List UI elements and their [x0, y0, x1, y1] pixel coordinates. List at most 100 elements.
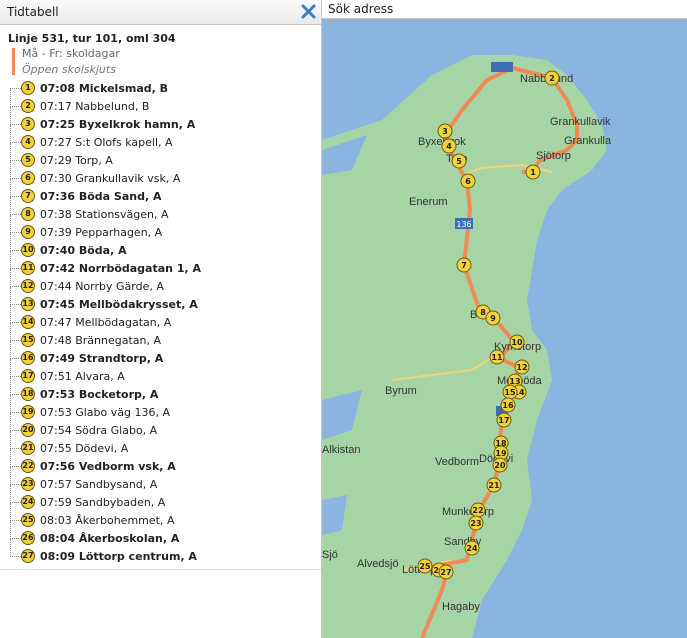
stop-number-badge: 1: [21, 81, 35, 95]
place-label: Sjötorp: [536, 150, 571, 162]
stop-marker[interactable]: 22: [470, 502, 486, 518]
stop-label: 07:39 Pepparhagen, A: [40, 226, 163, 239]
stop-marker-number: 6: [465, 177, 471, 186]
stop-row[interactable]: 27 08:09 Löttorp centrum, A: [0, 539, 320, 566]
stop-marker-number: 22: [472, 506, 483, 515]
stop-row[interactable]: 9 07:39 Pepparhagen, A: [0, 215, 320, 242]
stop-marker[interactable]: 2: [544, 70, 560, 86]
stop-marker[interactable]: 15: [502, 384, 518, 400]
stop-marker[interactable]: 4: [441, 138, 457, 154]
stop-marker[interactable]: 16: [500, 397, 516, 413]
stop-number-badge: 17: [21, 369, 35, 383]
tree-line: [10, 503, 11, 521]
stop-number-badge: 5: [21, 153, 35, 167]
stop-marker[interactable]: 20: [492, 457, 508, 473]
stop-row[interactable]: 16 07:49 Strandtorp, A: [0, 341, 320, 368]
stop-marker[interactable]: 12: [514, 359, 530, 375]
stop-label: 08:03 Åkerbohemmet, A: [40, 514, 175, 527]
stop-label: 07:56 Vedborm vsk, A: [40, 460, 176, 473]
map[interactable]: 136 Nabbelund Grankullavik Grankulla Sjö…: [322, 0, 687, 638]
stop-label: 08:09 Löttorp centrum, A: [40, 550, 197, 563]
map-panel[interactable]: 136 Nabbelund Grankullavik Grankulla Sjö…: [322, 0, 687, 638]
stop-row[interactable]: 4 07:27 S:t Olofs kapell, A: [0, 125, 320, 152]
tree-line: [10, 125, 11, 143]
stop-row[interactable]: 17 07:51 Alvara, A: [0, 359, 320, 386]
stop-row[interactable]: 8 07:38 Stationsvägen, A: [0, 197, 320, 224]
stop-label: 07:36 Böda Sand, A: [40, 190, 162, 203]
stop-marker-number: 17: [498, 416, 509, 425]
stop-row[interactable]: 18 07:53 Bocketorp, A: [0, 377, 320, 404]
stop-row[interactable]: 10 07:40 Böda, A: [0, 233, 320, 260]
stop-row[interactable]: 24 07:59 Sandbybaden, A: [0, 485, 320, 512]
stop-label: 07:45 Mellbödakrysset, A: [40, 298, 198, 311]
stop-row[interactable]: 23 07:57 Sandbysand, A: [0, 467, 320, 494]
close-icon[interactable]: [300, 3, 317, 20]
stop-row[interactable]: 25 08:03 Åkerbohemmet, A: [0, 503, 320, 530]
tree-line: [10, 251, 11, 269]
tree-line: [10, 359, 11, 377]
stop-marker-number: 21: [488, 481, 500, 490]
stop-row[interactable]: 6 07:30 Grankullavik vsk, A: [0, 161, 320, 188]
stop-marker-number: 16: [502, 401, 514, 410]
stop-marker[interactable]: 25: [417, 558, 433, 574]
stop-row[interactable]: 2 07:17 Nabbelund, B: [0, 89, 320, 116]
line-info: Linje 531, tur 101, oml 304: [8, 32, 176, 45]
stop-marker[interactable]: 9: [485, 310, 501, 326]
stop-row[interactable]: 15 07:48 Brännegatan, A: [0, 323, 320, 350]
stop-marker[interactable]: 3: [437, 123, 453, 139]
stop-label: 07:27 S:t Olofs kapell, A: [40, 136, 173, 149]
tree-line: [10, 449, 11, 467]
stop-marker-number: 25: [419, 562, 431, 571]
stop-row[interactable]: 21 07:55 Dödevi, A: [0, 431, 320, 458]
stop-row[interactable]: 20 07:54 Södra Glabo, A: [0, 413, 320, 440]
stop-row[interactable]: 14 07:47 Mellbödagatan, A: [0, 305, 320, 332]
stop-marker[interactable]: 17: [496, 412, 512, 428]
tree-line: [10, 143, 11, 161]
stop-row[interactable]: 11 07:42 Norrbödagatan 1, A: [0, 251, 320, 278]
stop-number-badge: 15: [21, 333, 35, 347]
stop-row[interactable]: 3 07:25 Byxelkrok hamn, A: [0, 107, 320, 134]
stop-label: 07:53 Bocketorp, A: [40, 388, 159, 401]
stop-marker-number: 10: [511, 338, 523, 347]
stop-number-badge: 14: [21, 315, 35, 329]
place-label: Byrum: [385, 385, 417, 397]
stop-marker-number: 27: [440, 568, 451, 577]
stop-marker[interactable]: 10: [509, 334, 525, 350]
stop-marker[interactable]: 11: [489, 349, 505, 365]
stop-row[interactable]: 5 07:29 Torp, A: [0, 143, 320, 170]
stop-row[interactable]: 1 07:08 Mickelsmad, B: [0, 80, 320, 98]
stop-marker[interactable]: 1: [525, 164, 541, 180]
stop-row[interactable]: 7 07:36 Böda Sand, A: [0, 179, 320, 206]
stop-number-badge: 25: [21, 513, 35, 527]
stop-marker[interactable]: 21: [486, 477, 502, 493]
stop-label: 07:25 Byxelkrok hamn, A: [40, 118, 196, 131]
stop-label: 07:17 Nabbelund, B: [40, 100, 150, 113]
stop-row[interactable]: 12 07:44 Norrby Gärde, A: [0, 269, 320, 296]
road-number: 136: [456, 220, 471, 229]
stop-marker[interactable]: 27: [438, 564, 454, 580]
stop-marker[interactable]: 24: [464, 540, 480, 556]
tree-line: [10, 323, 11, 341]
address-search-bar[interactable]: Sök adress: [322, 0, 687, 19]
stop-label: 07:55 Dödevi, A: [40, 442, 129, 455]
stop-marker[interactable]: 5: [451, 153, 467, 169]
stop-marker[interactable]: 6: [460, 173, 476, 189]
stop-marker[interactable]: 7: [456, 257, 472, 273]
tree-line: [10, 287, 11, 305]
stop-row[interactable]: 13 07:45 Mellbödakrysset, A: [0, 287, 320, 314]
tree-line: [10, 269, 11, 287]
address-search-label[interactable]: Sök adress: [328, 2, 393, 16]
tree-line: [10, 197, 11, 215]
stop-row[interactable]: 22 07:56 Vedborm vsk, A: [0, 449, 320, 476]
tree-line: [10, 539, 11, 557]
stop-marker-number: 20: [494, 461, 506, 470]
place-label: Sjö: [322, 549, 338, 561]
stop-number-badge: 2: [21, 99, 35, 113]
stop-row[interactable]: 26 08:04 Åkerboskolan, A: [0, 521, 320, 548]
stop-number-badge: 9: [21, 225, 35, 239]
stop-marker[interactable]: 23: [468, 515, 484, 531]
stop-row[interactable]: 19 07:53 Glabo väg 136, A: [0, 395, 320, 422]
stop-marker-number: 1: [530, 168, 536, 177]
timetable-title: Tidtabell: [7, 5, 59, 19]
tree-line: [10, 395, 11, 413]
